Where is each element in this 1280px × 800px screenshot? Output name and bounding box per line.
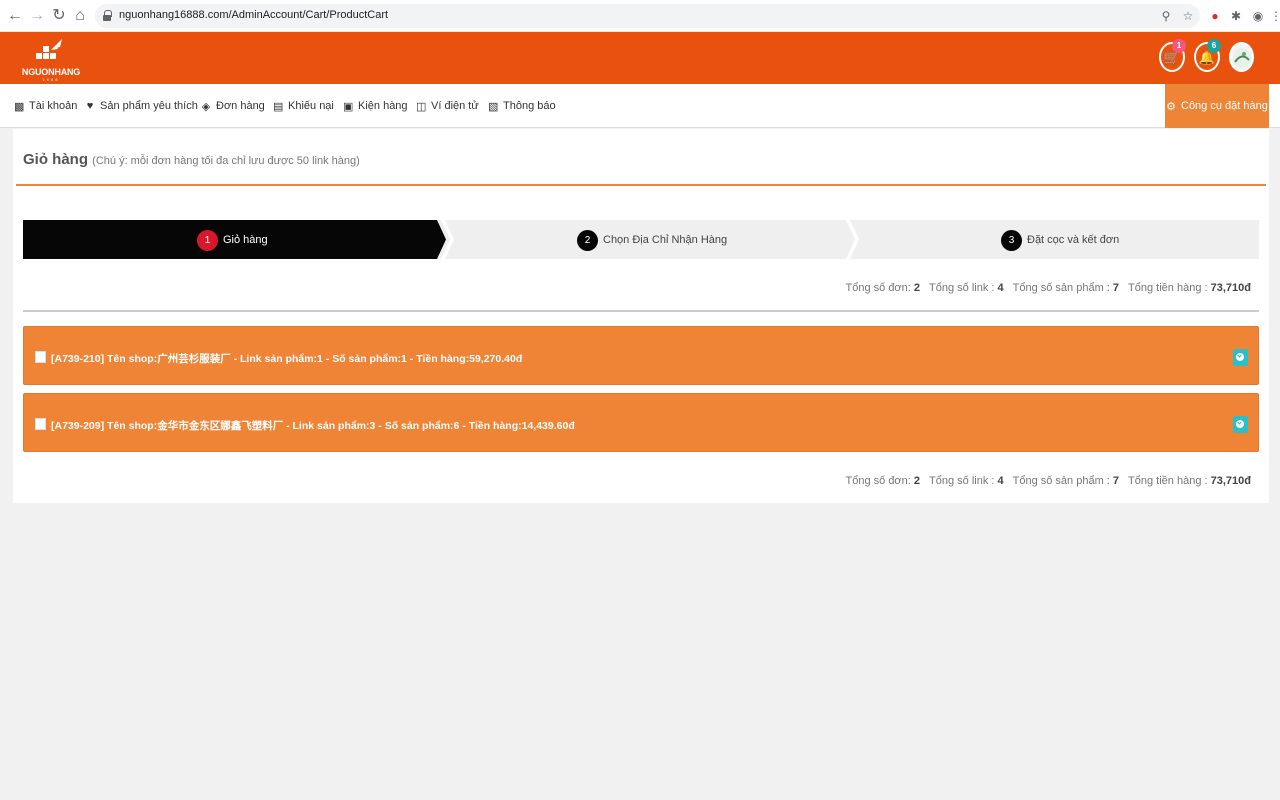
star-icon[interactable]: ☆ — [1180, 8, 1196, 24]
forward-icon[interactable]: → — [28, 7, 46, 25]
reload-icon[interactable]: ↻ — [50, 7, 68, 25]
menu-item-complaints[interactable]: ▤ Khiếu nại — [273, 98, 334, 114]
url-text: nguonhang16888.com/AdminAccount/Cart/Pro… — [119, 9, 389, 21]
step-number: 3 — [1001, 229, 1022, 251]
expand-icon[interactable] — [1233, 349, 1248, 366]
summary-orders: Tổng số đơn: 2 — [845, 475, 921, 487]
step-label: Giỏ hàng — [223, 234, 268, 246]
avatar-image — [1233, 48, 1251, 68]
home-icon[interactable]: ⌂ — [71, 7, 89, 25]
rocket-icon — [36, 39, 62, 59]
notice-icon: ▧ — [488, 100, 499, 113]
key-icon[interactable]: ⚲ — [1158, 8, 1174, 24]
site-header: NGUONHANG 1688 🛒 1 🔔 6 — [0, 32, 1280, 84]
notification-button[interactable]: 🔔 6 — [1194, 39, 1221, 72]
shop-summary-text: [A739-209] Tên shop:金华市金东区娜鑫飞塑料厂 - Link … — [51, 420, 575, 432]
step-label: Đặt cọc và kết đơn — [1027, 234, 1120, 246]
kebab-menu-icon[interactable]: ⋮ — [1270, 8, 1280, 24]
expand-icon[interactable] — [1233, 416, 1248, 433]
package-icon: ▣ — [343, 100, 354, 113]
cart-count-badge: 1 — [1172, 39, 1186, 53]
site-logo[interactable]: NGUONHANG 1688 — [20, 34, 82, 82]
summary-amount: Tổng tiền hàng : 73,710đ — [1128, 282, 1251, 294]
browser-toolbar: ← → ↻ ⌂ nguonhang16888.com/AdminAccount/… — [0, 0, 1280, 32]
summary-products: Tổng số sản phẩm : 7 — [1012, 282, 1120, 294]
summary-divider — [23, 310, 1259, 312]
wallet-icon: ◫ — [416, 100, 427, 113]
cart-button[interactable]: 🛒 1 — [1159, 39, 1186, 72]
menu-item-label: Khiếu nại — [288, 100, 334, 112]
menu-item-favorites[interactable]: ♥ Sản phẩm yêu thích — [85, 98, 198, 114]
menu-item-label: Ví điện tử — [431, 100, 479, 112]
puzzle-icon[interactable]: ✱ — [1228, 8, 1244, 24]
step-cart[interactable]: 1 Giỏ hàng — [197, 229, 268, 251]
address-bar[interactable]: nguonhang16888.com/AdminAccount/Cart/Pro… — [95, 4, 1200, 28]
checkout-steps: 1 Giỏ hàng 2 Chọn Địa Chỉ Nhận Hàng 3 Đặ… — [23, 220, 1259, 259]
step-deposit[interactable]: 3 Đặt cọc và kết đơn — [1001, 229, 1119, 251]
logo-subtext: 1688 — [42, 77, 60, 82]
cart-panel: Giỏ hàng (Chú ý: mỗi đơn hàng tối đa chỉ… — [13, 129, 1269, 503]
menu-item-label: Thông báo — [503, 100, 556, 112]
menu-item-wallet[interactable]: ◫ Ví điện tử — [416, 98, 479, 114]
page-note: (Chú ý: mỗi đơn hàng tối đa chỉ lưu được… — [92, 155, 360, 167]
summary-links: Tổng số link : 4 — [929, 475, 1004, 487]
shop-checkbox[interactable] — [35, 418, 46, 430]
step-label: Chọn Địa Chỉ Nhận Hàng — [603, 234, 728, 246]
summary-products: Tổng số sản phẩm : 7 — [1012, 475, 1120, 487]
shop-checkbox[interactable] — [35, 351, 46, 363]
menu-item-account[interactable]: ▩ Tài khoản — [14, 98, 77, 114]
step-address[interactable]: 2 Chọn Địa Chỉ Nhận Hàng — [577, 229, 727, 251]
summary-links: Tổng số link : 4 — [929, 282, 1004, 294]
order-tool-button[interactable]: ⚙ Công cụ đặt hàng — [1165, 84, 1269, 128]
menu-item-packages[interactable]: ▣ Kiện hàng — [343, 98, 408, 114]
comment-icon: ▤ — [273, 100, 284, 113]
title-divider — [16, 184, 1266, 186]
page-title: Giỏ hàng (Chú ý: mỗi đơn hàng tối đa chỉ… — [23, 151, 360, 168]
notification-count-badge: 6 — [1207, 39, 1221, 53]
profile-icon[interactable]: ◉ — [1250, 8, 1266, 24]
gear-icon: ⚙ — [1166, 100, 1176, 113]
page-title-text: Giỏ hàng — [23, 151, 88, 168]
main-menu: ▩ Tài khoản ♥ Sản phẩm yêu thích ◈ Đơn h… — [0, 84, 1280, 128]
summary-amount: Tổng tiền hàng : 73,710đ — [1128, 475, 1251, 487]
menu-item-orders[interactable]: ◈ Đơn hàng — [201, 98, 265, 114]
menu-item-label: Đơn hàng — [216, 100, 265, 112]
shop-row[interactable]: [A739-209] Tên shop:金华市金东区娜鑫飞塑料厂 - Link … — [23, 393, 1259, 452]
lock-icon — [103, 10, 112, 21]
cart-summary-top: Tổng số đơn: 2 Tổng số link : 4 Tổng số … — [846, 282, 1251, 294]
menu-item-label: Kiện hàng — [358, 100, 408, 112]
step-number: 2 — [577, 229, 598, 251]
extension-badge-icon[interactable]: ● — [1207, 8, 1223, 24]
dashboard-icon: ▩ — [14, 100, 25, 113]
heart-icon: ♥ — [86, 100, 94, 112]
step-number: 1 — [197, 229, 218, 251]
shop-summary-text: [A739-210] Tên shop:广州芸杉服装厂 - Link sản p… — [51, 353, 523, 365]
menu-item-label: Sản phẩm yêu thích — [100, 100, 198, 112]
summary-orders: Tổng số đơn: 2 — [845, 282, 921, 294]
shop-row[interactable]: [A739-210] Tên shop:广州芸杉服装厂 - Link sản p… — [23, 326, 1259, 385]
back-icon[interactable]: ← — [6, 7, 24, 25]
menu-item-label: Tài khoản — [29, 100, 78, 112]
layers-icon: ◈ — [201, 100, 211, 113]
cart-summary-bottom: Tổng số đơn: 2 Tổng số link : 4 Tổng số … — [846, 475, 1251, 487]
logo-text: NGUONHANG — [21, 67, 81, 77]
order-tool-label: Công cụ đặt hàng — [1181, 100, 1268, 112]
menu-item-notices[interactable]: ▧ Thông báo — [488, 98, 556, 114]
user-avatar[interactable] — [1229, 42, 1254, 72]
